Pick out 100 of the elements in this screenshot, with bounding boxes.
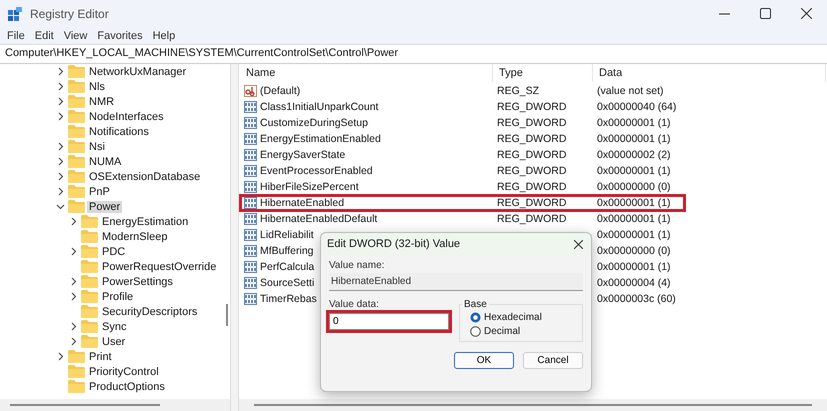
expand-icon[interactable] <box>56 157 65 166</box>
tree-item[interactable]: User <box>100 336 128 348</box>
menu-item[interactable]: Favorites <box>92 30 148 42</box>
folder-icon <box>68 200 85 213</box>
value-name[interactable]: MfBuffering <box>260 245 314 257</box>
tree-item[interactable]: Nls <box>87 80 107 92</box>
tree-item[interactable]: ModernSleep <box>100 230 170 242</box>
value-name[interactable]: HibernateEnabled <box>260 197 344 209</box>
value-data: 0x00000001 (1) <box>597 213 671 225</box>
value-type: REG_DWORD <box>497 165 566 177</box>
binary-value-icon <box>244 101 257 113</box>
expand-icon[interactable] <box>56 82 65 91</box>
value-name-field[interactable]: HibernateEnabled <box>329 273 583 291</box>
value-name[interactable]: (Default) <box>260 85 300 97</box>
value-name[interactable]: SourceSetti <box>260 277 314 289</box>
value-type: REG_DWORD <box>497 117 566 129</box>
tree-item[interactable]: EnergyEstimation <box>100 216 190 228</box>
expand-icon[interactable] <box>69 217 78 226</box>
tree-item[interactable]: ProductOptions <box>87 380 167 392</box>
value-name[interactable]: HiberFileSizePercent <box>260 181 359 193</box>
tree-item[interactable]: NodeInterfaces <box>87 110 166 122</box>
tree-item[interactable]: Nsi <box>87 140 107 152</box>
tree-item[interactable]: NUMA <box>87 156 124 168</box>
value-name[interactable]: TimerRebas <box>260 293 317 305</box>
tree-item[interactable]: Power <box>87 200 122 212</box>
value-type: REG_DWORD <box>497 213 566 225</box>
tree-item[interactable]: PDC <box>100 246 128 258</box>
binary-value-icon <box>244 277 257 289</box>
folder-icon <box>81 260 98 273</box>
collapse-icon[interactable] <box>56 202 65 211</box>
menu-item[interactable]: View <box>58 30 92 42</box>
tree-item[interactable]: Print <box>87 350 114 362</box>
value-data: 0x00000002 (2) <box>597 149 671 161</box>
folder-icon <box>68 110 85 123</box>
value-name[interactable]: EnergyEstimationEnabled <box>260 133 381 145</box>
expand-icon[interactable] <box>69 277 78 286</box>
scrollbar-thumb[interactable] <box>254 404 812 406</box>
expand-icon[interactable] <box>56 112 65 121</box>
menu-item[interactable]: Edit <box>30 30 59 42</box>
dialog-button[interactable]: Cancel <box>523 352 583 369</box>
value-data: 0x0000003c (60) <box>597 293 676 305</box>
scrollbar-thumb[interactable] <box>10 404 160 406</box>
radio-button[interactable] <box>470 326 481 337</box>
tree-item[interactable]: PnP <box>87 186 112 198</box>
folder-icon <box>68 365 85 378</box>
tree-item[interactable]: Profile <box>100 290 136 302</box>
tree-item[interactable]: NetworkUxManager <box>87 66 188 78</box>
value-data: (value not set) <box>597 85 664 97</box>
binary-value-icon <box>244 197 257 209</box>
tree-item[interactable]: NMR <box>87 96 116 108</box>
value-name[interactable]: PerfCalcula <box>260 261 314 273</box>
value-name[interactable]: LidReliabilit <box>260 229 314 241</box>
column-header[interactable]: Data <box>593 64 826 82</box>
expand-icon[interactable] <box>69 322 78 331</box>
value-name[interactable]: EventProcessorEnabled <box>260 165 373 177</box>
expand-icon[interactable] <box>56 97 65 106</box>
tree-item[interactable]: PriorityControl <box>87 366 161 378</box>
tree-item[interactable]: OSExtensionDatabase <box>87 170 202 182</box>
radio-label[interactable]: Hexadecimal <box>484 312 542 323</box>
menu-item[interactable]: File <box>2 30 30 42</box>
tree-item[interactable]: Notifications <box>87 126 151 138</box>
value-data-field[interactable]: 0 <box>329 313 449 330</box>
binary-value-icon <box>244 165 257 177</box>
expand-icon[interactable] <box>69 292 78 301</box>
radio-label[interactable]: Decimal <box>484 326 520 337</box>
value-type: REG_DWORD <box>497 149 566 161</box>
value-name[interactable]: EnergySaverState <box>260 149 346 161</box>
radio-button[interactable] <box>470 312 481 323</box>
value-name[interactable]: CustomizeDuringSetup <box>260 117 368 129</box>
binary-value-icon <box>244 293 257 305</box>
close-icon[interactable] <box>801 8 812 19</box>
value-name[interactable]: HibernateEnabledDefault <box>260 213 378 225</box>
expand-icon[interactable] <box>56 67 65 76</box>
menu-item[interactable]: Help <box>148 30 180 42</box>
expand-icon[interactable] <box>69 247 78 256</box>
value-type: REG_DWORD <box>497 133 566 145</box>
folder-icon <box>68 65 85 78</box>
folder-icon <box>68 155 85 168</box>
expand-icon[interactable] <box>56 187 65 196</box>
folder-icon <box>68 185 85 198</box>
dialog-button[interactable]: OK <box>454 352 514 369</box>
close-icon[interactable] <box>574 240 583 248</box>
expand-icon[interactable] <box>69 337 78 346</box>
expand-icon[interactable] <box>56 172 65 181</box>
expand-icon[interactable] <box>56 142 65 151</box>
expand-icon[interactable] <box>56 352 65 361</box>
tree-item[interactable]: PowerRequestOverride <box>100 260 218 272</box>
value-data: 0x00000001 (1) <box>597 133 671 145</box>
group-label: Base <box>463 299 488 310</box>
binary-value-icon <box>244 117 257 129</box>
maximize-icon[interactable] <box>760 8 771 19</box>
value-type: REG_DWORD <box>497 101 566 113</box>
column-header[interactable]: Name <box>240 64 493 82</box>
value-name[interactable]: Class1InitialUnparkCount <box>260 101 378 113</box>
column-header[interactable]: Type <box>493 64 593 82</box>
tree-item[interactable]: PowerSettings <box>100 276 175 288</box>
scrollbar-thumb[interactable] <box>226 304 228 326</box>
tree-item[interactable]: SecurityDescriptors <box>100 306 200 318</box>
tree-item[interactable]: Sync <box>100 320 128 332</box>
folder-icon <box>81 320 98 333</box>
